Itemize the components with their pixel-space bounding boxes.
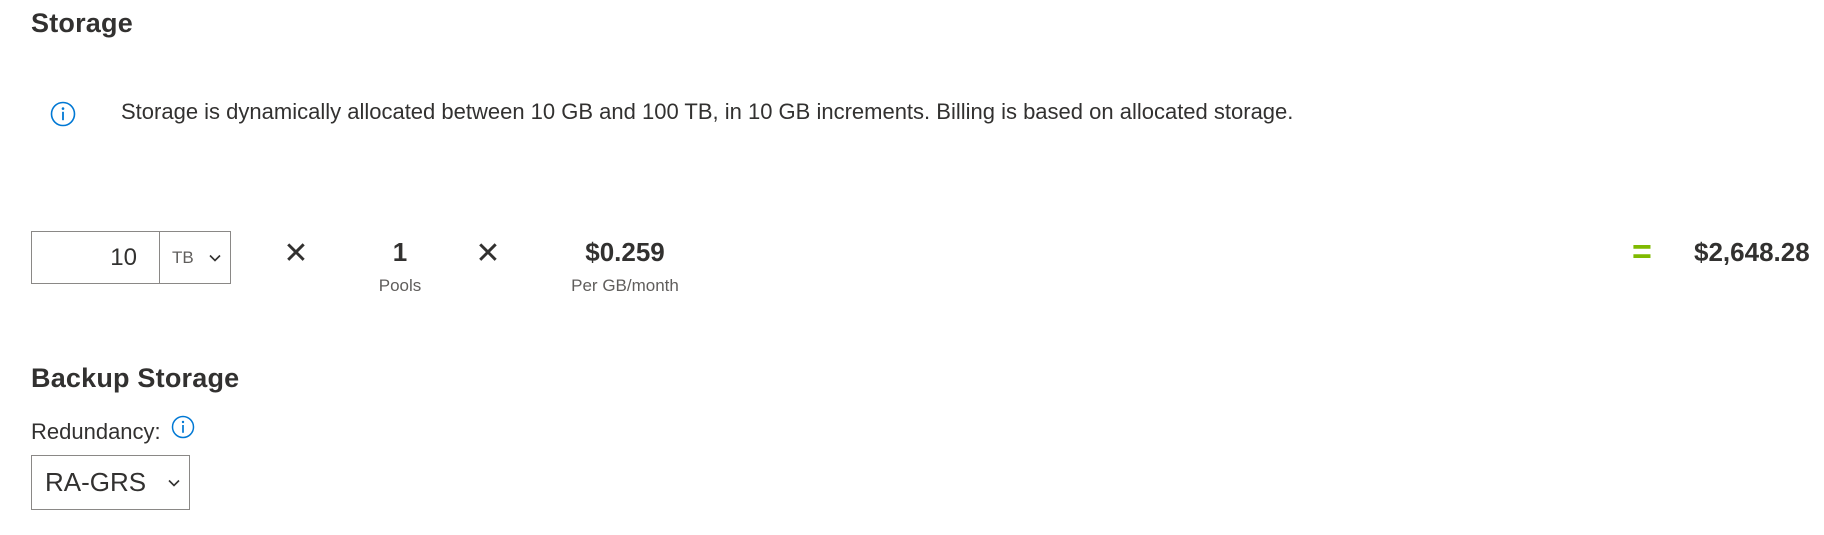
multiply-sign: ✕ (283, 237, 309, 270)
backup-storage-section-title: Backup Storage (31, 363, 240, 393)
info-circle-icon[interactable] (171, 415, 195, 439)
storage-section-title: Storage (31, 8, 133, 38)
redundancy-select[interactable]: RA-GRS (31, 455, 190, 510)
pools-group: 1 Pools (360, 237, 440, 296)
info-circle-icon (50, 101, 76, 127)
storage-quantity-group: TB (31, 231, 231, 284)
chevron-down-icon (168, 479, 180, 487)
pools-caption: Pools (378, 276, 422, 295)
price-per-gb-caption: Per GB/month (571, 276, 679, 295)
multiply-sign: ✕ (475, 237, 501, 270)
chevron-down-icon (209, 254, 221, 262)
redundancy-label: Redundancy: (31, 419, 161, 444)
price-group: $0.259 Per GB/month (545, 237, 705, 296)
storage-unit-select[interactable]: TB (159, 231, 231, 284)
storage-unit-value: TB (172, 247, 194, 267)
storage-info-message: Storage is dynamically allocated between… (121, 99, 1294, 124)
equals-sign: = (1632, 233, 1652, 271)
storage-quantity-input[interactable] (31, 231, 159, 284)
pools-value: 1 (392, 237, 408, 267)
redundancy-selected-value: RA-GRS (45, 467, 147, 497)
price-per-gb-value: $0.259 (585, 237, 665, 267)
storage-total-cost: $2,648.28 (1694, 237, 1810, 267)
